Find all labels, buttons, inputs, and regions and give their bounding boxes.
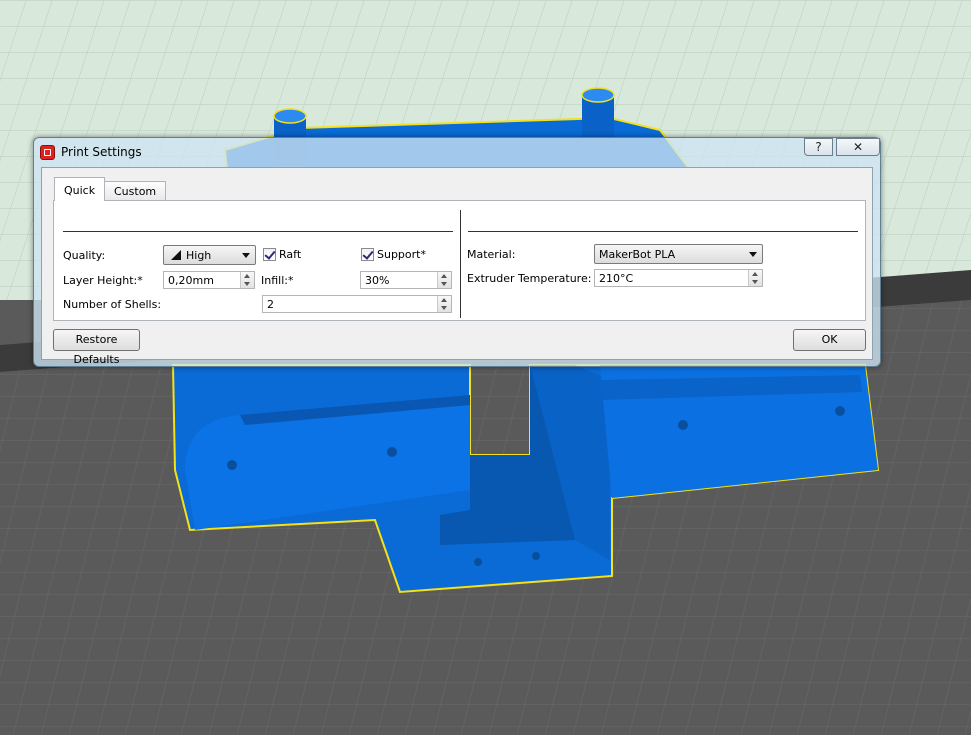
tab-custom-label: Custom xyxy=(114,185,157,198)
extruder-temperature-stepper[interactable] xyxy=(748,270,762,286)
build-platform-scene xyxy=(0,0,971,735)
material-dropdown[interactable]: MakerBot PLA xyxy=(594,244,763,264)
infill-value: 30% xyxy=(365,274,390,287)
left-section-divider xyxy=(63,231,453,232)
number-of-shells-spinbox[interactable]: 2 xyxy=(262,295,452,313)
extruder-temperature-spinbox[interactable]: 210°C xyxy=(594,269,763,287)
title-bar[interactable]: Print Settings ? ✕ xyxy=(34,138,880,166)
infill-label: Infill:* xyxy=(261,274,294,287)
dialog-title: Print Settings xyxy=(61,145,142,159)
raft-checkbox[interactable] xyxy=(263,248,276,261)
tab-quick-label: Quick xyxy=(64,184,96,197)
step-down-icon xyxy=(441,306,447,310)
3d-viewport[interactable] xyxy=(0,0,971,735)
step-up-icon xyxy=(752,272,758,276)
step-down-icon xyxy=(441,282,447,286)
makerbot-app-icon xyxy=(40,145,55,160)
chevron-down-icon xyxy=(749,252,757,257)
number-of-shells-label: Number of Shells: xyxy=(63,298,162,311)
chevron-down-icon xyxy=(242,253,250,258)
question-icon: ? xyxy=(815,140,822,154)
support-checkbox[interactable] xyxy=(361,248,374,261)
extruder-temperature-label: Extruder Temperature: * xyxy=(467,272,601,285)
right-section-divider xyxy=(468,231,858,232)
step-down-icon xyxy=(752,280,758,284)
quality-value: High xyxy=(186,249,212,262)
step-up-icon xyxy=(441,298,447,302)
restore-defaults-button[interactable]: Restore Defaults xyxy=(53,329,140,366)
tab-custom[interactable]: Custom xyxy=(104,181,167,201)
column-separator xyxy=(460,210,461,318)
step-down-icon xyxy=(244,282,250,286)
print-settings-dialog: Print Settings ? ✕ Quick Custom Quality:… xyxy=(33,137,881,367)
layer-height-value: 0,20mm xyxy=(168,274,214,287)
dialog-client-area: Quick Custom Quality: High Raft Support*… xyxy=(41,167,873,366)
infill-stepper[interactable] xyxy=(437,272,451,288)
restore-defaults-label: Restore Defaults xyxy=(73,333,120,366)
quick-tab-panel: Quality: High Raft Support* Layer Height… xyxy=(53,200,866,321)
layer-height-label: Layer Height:* xyxy=(63,274,143,287)
ok-label: OK xyxy=(821,333,838,346)
support-label[interactable]: Support* xyxy=(377,248,426,261)
help-button[interactable]: ? xyxy=(804,138,833,156)
layer-height-stepper[interactable] xyxy=(240,272,254,288)
quality-label: Quality: xyxy=(63,249,106,262)
step-up-icon xyxy=(441,274,447,278)
close-button[interactable]: ✕ xyxy=(836,138,880,156)
extruder-temperature-value: 210°C xyxy=(599,272,634,285)
layer-height-spinbox[interactable]: 0,20mm xyxy=(163,271,255,289)
quality-wedge-icon xyxy=(171,250,181,260)
raft-label[interactable]: Raft xyxy=(279,248,301,261)
number-of-shells-stepper[interactable] xyxy=(437,296,451,312)
material-label: Material: xyxy=(467,248,516,261)
tab-quick[interactable]: Quick xyxy=(54,177,106,201)
quality-dropdown[interactable]: High xyxy=(163,245,256,265)
ok-button[interactable]: OK xyxy=(793,329,866,351)
number-of-shells-value: 2 xyxy=(267,298,274,311)
material-value: MakerBot PLA xyxy=(599,248,676,261)
step-up-icon xyxy=(244,274,250,278)
close-icon: ✕ xyxy=(852,140,864,154)
infill-spinbox[interactable]: 30% xyxy=(360,271,452,289)
